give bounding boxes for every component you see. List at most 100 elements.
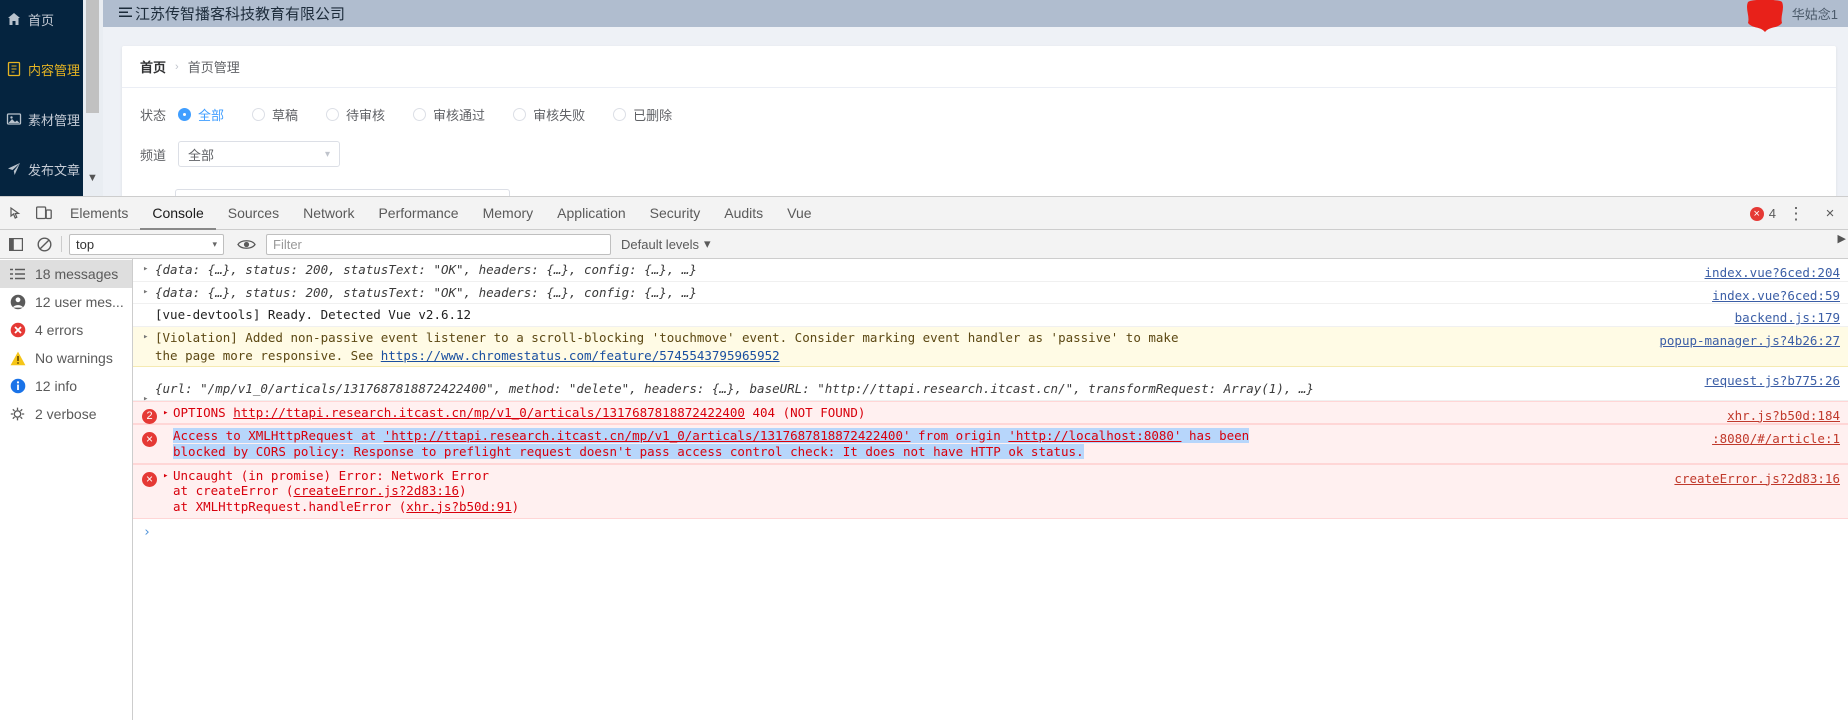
chevron-down-icon: ▾ [324,148,330,160]
topbar-left-group: 江苏传智播客科技教育有限公司 [119,3,345,24]
channel-select-value: 全部 [188,147,215,163]
sidebar-item-material[interactable]: 素材管理 [0,100,83,138]
scroll-down-arrow-icon[interactable]: ▼ [86,172,99,185]
list-icon [9,268,26,281]
filter-input[interactable]: Filter [266,233,611,255]
radio-pending-review[interactable]: 待审核 [326,105,385,124]
expand-triangle-icon[interactable]: ▸ [143,287,148,298]
console-message-object[interactable]: ▸ {data: {…}, status: 200, statusText: "… [133,259,1848,282]
radio-approved[interactable]: 审核通过 [413,105,485,124]
tab-elements[interactable]: Elements [58,197,140,230]
sidebar-item-publish[interactable]: 发布文章 [0,150,83,188]
chevron-down-icon: ▾ [212,238,217,249]
clear-console-icon[interactable] [30,230,58,258]
expand-triangle-icon[interactable]: ▸ [163,408,168,419]
stack-link-create-error[interactable]: createError.js?2d83:16 [293,483,459,498]
inspect-icon[interactable] [2,199,30,227]
console-message-request[interactable]: ▸ {url: "/mp/v1_0/articals/1317687818872… [133,367,1848,404]
console-message-cors-error[interactable]: :8080/#/article:1 Access to XMLHttpReque… [133,424,1848,464]
devtools-tabbar: Elements Console Sources Network Perform… [0,197,1848,230]
radio-deleted[interactable]: 已删除 [613,105,672,124]
radio-dot-icon [326,107,340,121]
sidebar-filter-errors[interactable]: 4 errors [0,316,132,344]
console-message-violation[interactable]: ▸ [Violation] Added non-passive event li… [133,326,1848,368]
console-message-log[interactable]: [vue-devtools] Ready. Detected Vue v2.6.… [133,304,1848,327]
warning-icon [9,351,26,366]
hamburger-icon[interactable] [119,5,132,22]
tab-console[interactable]: Console [140,197,215,230]
source-link[interactable]: xhr.js?b50d:184 [1727,408,1840,424]
user-name-label[interactable]: 华姑念1 [1792,4,1838,23]
tab-security[interactable]: Security [638,197,713,230]
request-url[interactable]: http://ttapi.research.itcast.cn/mp/v1_0/… [233,405,745,420]
console-message-uncaught-error[interactable]: ▸ Uncaught (in promise) Error: Network E… [133,463,1848,519]
cors-origin: 'http://localhost:8080' [1008,428,1182,444]
chromestatus-link[interactable]: https://www.chromestatus.com/feature/574… [381,348,780,363]
tab-sources[interactable]: Sources [216,197,291,230]
tab-vue[interactable]: Vue [775,197,823,230]
console-filterbar: top ▾ Filter Default levels ▾ ▶ [0,230,1848,259]
sidebar-filter-verbose[interactable]: 2 verbose [0,400,132,428]
execution-context-select[interactable]: top ▾ [69,233,224,255]
error-count-value: 4 [1768,206,1776,221]
source-link[interactable]: createError.js?2d83:16 [1674,471,1840,487]
source-link[interactable]: index.vue?6ced:204 [1705,265,1840,281]
tab-performance[interactable]: Performance [366,197,470,230]
sidebar-item-content[interactable]: 内容管理 [0,50,83,88]
expand-triangle-icon[interactable]: ▸ [143,332,148,343]
tab-audits[interactable]: Audits [712,197,775,230]
sidebar-scrollbar-thumb[interactable] [86,0,99,113]
image-icon [6,111,22,127]
console-message-object[interactable]: ▸ {data: {…}, status: 200, statusText: "… [133,282,1848,305]
avatar[interactable] [1744,0,1786,32]
breadcrumb-home[interactable]: 首页 [140,57,166,76]
log-levels-select[interactable]: Default levels ▾ [621,236,711,252]
expand-triangle-icon[interactable]: ▸ [163,471,168,482]
eye-icon[interactable] [232,230,260,258]
app-topbar: 江苏传智播客科技教育有限公司 华姑念1 [103,0,1848,32]
source-link[interactable]: popup-manager.js?4b26:27 [1659,333,1840,349]
source-link[interactable]: backend.js:179 [1735,310,1840,326]
console-sidebar-toggle-icon[interactable] [2,230,30,258]
stack-link-xhr[interactable]: xhr.js?b50d:91 [406,499,511,514]
more-options-icon[interactable]: ⋮ [1782,200,1810,228]
sidebar-item-label: 发布文章 [28,162,81,178]
web-page: 首页 内容管理 素材管理 发布文章 ▼ 江苏传智播客科技教育有限公司 华姑念1 … [0,0,1848,200]
radio-label: 审核失败 [533,107,586,123]
chevron-down-icon: ▾ [704,236,711,251]
tab-memory[interactable]: Memory [471,197,546,230]
breadcrumb-separator-icon: › [175,60,179,73]
toolbar-divider [61,236,62,252]
tab-application[interactable]: Application [545,197,638,230]
radio-all[interactable]: 全部 [178,105,224,124]
device-toolbar-icon[interactable] [30,199,58,227]
sidebar-filter-messages[interactable]: 18 messages [0,260,132,288]
radio-dot-icon [178,107,191,121]
source-link[interactable]: :8080/#/article:1 [1712,431,1840,447]
sidebar-item-home[interactable]: 首页 [0,0,83,38]
console-message-network-error[interactable]: 2 ▸ OPTIONS http://ttapi.research.itcast… [133,400,1848,425]
tab-network[interactable]: Network [291,197,366,230]
radio-rejected[interactable]: 审核失败 [513,105,585,124]
channel-select[interactable]: 全部 ▾ [178,141,340,167]
error-count-badge[interactable]: × 4 [1749,206,1776,221]
error-icon: × [1749,206,1764,221]
filterbar-overflow-arrow-icon[interactable]: ▶ [1838,232,1846,245]
source-link[interactable]: request.js?b775:26 [1705,373,1840,389]
stack-line-pre: at XMLHttpRequest.handleError ( [173,498,407,514]
sidebar-filter-info[interactable]: 12 info [0,372,132,400]
expand-triangle-icon[interactable]: ▸ [143,264,148,275]
stack-line-post: ) [459,483,467,499]
radio-draft[interactable]: 草稿 [252,105,298,124]
sidebar-filter-user-messages[interactable]: 12 user mes... [0,288,132,316]
sidebar-filter-warnings[interactable]: No warnings [0,344,132,372]
error-icon [142,471,157,487]
console-messages[interactable]: ▸ {data: {…}, status: 200, statusText: "… [133,259,1848,720]
radio-dot-icon [513,107,527,121]
close-icon[interactable]: × [1816,200,1844,228]
execution-context-value: top [76,236,95,252]
info-icon [9,378,26,394]
source-link[interactable]: index.vue?6ced:59 [1712,288,1840,304]
cors-request-url[interactable]: 'http://ttapi.research.itcast.cn/mp/v1_0… [384,428,911,443]
console-prompt[interactable]: › [133,519,1848,546]
